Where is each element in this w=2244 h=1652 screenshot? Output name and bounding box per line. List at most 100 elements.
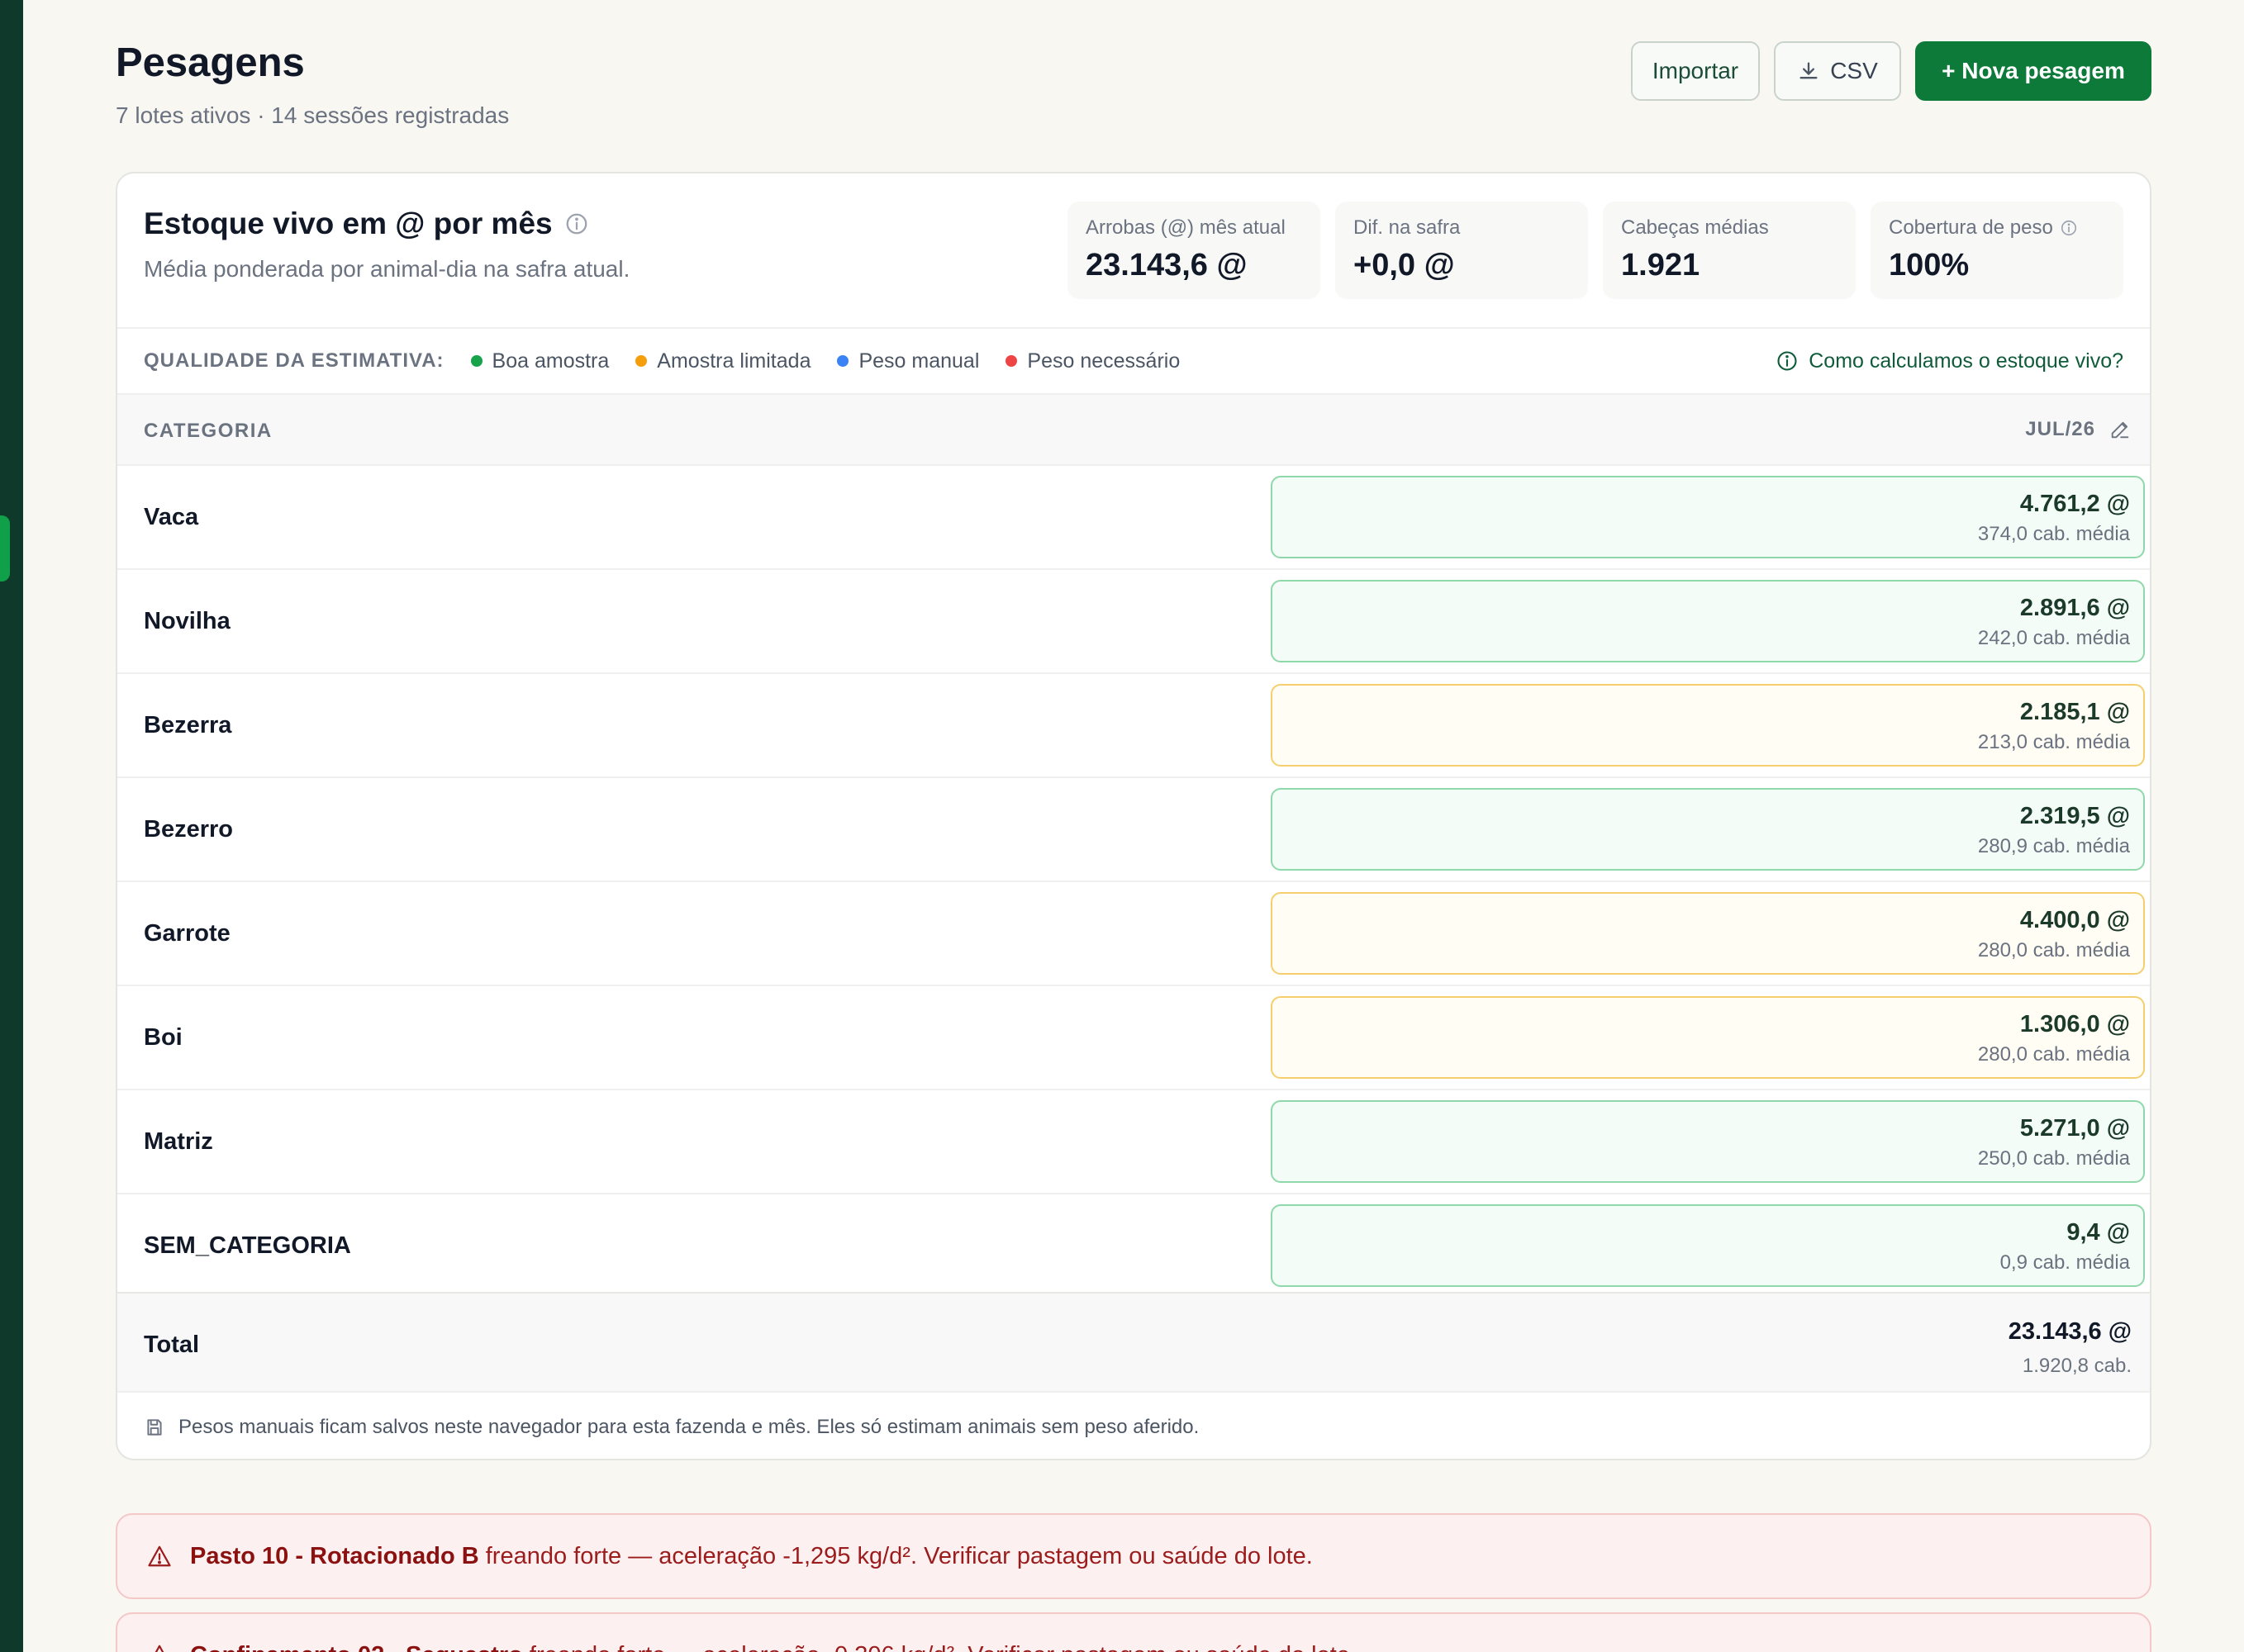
stat-value: 23.143,6 @: [1086, 248, 1248, 282]
row-category: Bezerro: [144, 816, 233, 843]
month-cell[interactable]: 5.271,0 @ 250,0 cab. média: [1271, 1100, 2145, 1183]
cell-arrobas: 9,4 @: [2066, 1219, 2130, 1246]
column-header-month: JUL/26: [2025, 418, 2132, 441]
stat-label: Cobertura de peso: [1889, 216, 2105, 240]
cell-heads: 0,9 cab. média: [1999, 1251, 2130, 1274]
row-category: Novilha: [144, 608, 231, 634]
estimate-quality-legend: QUALIDADE DA ESTIMATIVA: Boa amostra Amo…: [117, 327, 2150, 393]
header-actions: Importar CSV + Nova pesagem: [1631, 41, 2151, 101]
legend-manual-weight: Peso manual: [837, 349, 979, 373]
legend-label: Peso necessário: [1027, 349, 1181, 373]
cell-heads: 242,0 cab. média: [1977, 627, 2130, 649]
month-cell[interactable]: 4.400,0 @ 280,0 cab. média: [1271, 892, 2145, 975]
table-row: Bezerro 2.319,5 @ 280,9 cab. média: [117, 778, 2150, 882]
info-icon[interactable]: [2060, 219, 2078, 237]
info-icon[interactable]: [564, 211, 589, 236]
note-text: Pesos manuais ficam salvos neste navegad…: [178, 1416, 1200, 1438]
card-title-text: Estoque vivo em @ por mês: [144, 206, 553, 240]
app-sidebar: [0, 0, 23, 1652]
legend-weight-needed: Peso necessário: [1006, 349, 1180, 373]
category-rows: Vaca 4.761,2 @ 374,0 cab. média Novilha …: [117, 466, 2150, 1298]
legend-good-sample: Boa amostra: [470, 349, 609, 373]
row-category: Matriz: [144, 1128, 213, 1155]
csv-button[interactable]: CSV: [1774, 41, 1901, 101]
stat-label-text: Cobertura de peso: [1889, 216, 2053, 239]
csv-button-label: CSV: [1830, 58, 1878, 83]
table-row: SEM_CATEGORIA 9,4 @ 0,9 cab. média: [117, 1194, 2150, 1298]
legend-dot: [470, 355, 483, 367]
table-row: Novilha 2.891,6 @ 242,0 cab. média: [117, 570, 2150, 674]
stat-weight-coverage: Cobertura de peso 100%: [1871, 202, 2123, 299]
info-icon: [1777, 351, 1797, 371]
stat-value: +0,0 @: [1353, 248, 1455, 282]
card-subtitle: Média ponderada por animal-dia na safra …: [144, 256, 630, 282]
column-header-category: CATEGORIA: [144, 420, 273, 442]
cell-arrobas: 4.761,2 @: [2019, 491, 2130, 517]
month-cell[interactable]: 9,4 @ 0,9 cab. média: [1271, 1204, 2145, 1287]
live-stock-card: Estoque vivo em @ por mês Média ponderad…: [116, 172, 2151, 1460]
warning-icon: [155, 1645, 164, 1652]
new-weighing-button[interactable]: + Nova pesagem: [1915, 41, 2151, 101]
stat-value: 100%: [1889, 248, 1970, 282]
how-we-calculate-link[interactable]: Como calculamos o estoque vivo?: [1776, 349, 2123, 373]
page-subtitle: 7 lotes ativos · 14 sessões registradas: [116, 102, 510, 128]
warning-icon: [148, 1545, 171, 1567]
legend-label: Amostra limitada: [657, 349, 811, 373]
month-cell[interactable]: 4.761,2 @ 374,0 cab. média: [1271, 476, 2145, 558]
legend-dot: [1006, 355, 1018, 367]
alert-text: freando forte — aceleração -1,295 kg/d².…: [478, 1542, 1313, 1569]
alert-message: Confinamento 02 - Sequestro freando fort…: [190, 1642, 1357, 1652]
link-label: Como calculamos o estoque vivo?: [1809, 349, 2123, 373]
row-category: Boi: [144, 1024, 183, 1051]
cell-arrobas: 2.185,1 @: [2019, 699, 2130, 725]
card-title: Estoque vivo em @ por mês: [144, 206, 589, 241]
stats-row: Arrobas (@) mês atual 23.143,6 @ Dif. na…: [1067, 202, 2123, 299]
legend-dot: [837, 355, 849, 367]
month-cell[interactable]: 2.319,5 @ 280,9 cab. média: [1271, 788, 2145, 871]
row-category: SEM_CATEGORIA: [144, 1232, 351, 1259]
table-row: Bezerra 2.185,1 @ 213,0 cab. média: [117, 674, 2150, 778]
alert-lot-name[interactable]: Pasto 10 - Rotacionado B: [190, 1543, 479, 1569]
legend-limited-sample: Amostra limitada: [635, 349, 811, 373]
total-label: Total: [144, 1332, 200, 1358]
legend-dot: [635, 355, 648, 367]
total-row: Total 23.143,6 @ 1.920,8 cab.: [117, 1292, 2150, 1391]
total-arrobas: 23.143,6 @: [2008, 1318, 2132, 1345]
cell-heads: 280,0 cab. média: [1977, 1043, 2130, 1066]
cell-arrobas: 5.271,0 @: [2019, 1115, 2130, 1142]
import-button[interactable]: Importar: [1631, 41, 1760, 101]
edit-pencil-icon[interactable]: [2109, 418, 2132, 441]
stat-label: Dif. na safra: [1353, 216, 1461, 239]
cell-heads: 374,0 cab. média: [1977, 523, 2130, 545]
cell-arrobas: 2.319,5 @: [2019, 803, 2130, 829]
cell-arrobas: 4.400,0 @: [2019, 907, 2130, 933]
month-label: JUL/26: [2025, 418, 2095, 440]
table-header: CATEGORIA JUL/26: [117, 393, 2150, 466]
table-row: Vaca 4.761,2 @ 374,0 cab. média: [117, 466, 2150, 570]
cell-heads: 213,0 cab. média: [1977, 731, 2130, 753]
alert-banner: Confinamento 02 - Sequestro freando fort…: [116, 1612, 2151, 1652]
stat-label: Cabeças médias: [1621, 216, 1769, 239]
stat-value: 1.921: [1621, 248, 1700, 282]
row-category: Garrote: [144, 920, 231, 947]
month-cell[interactable]: 1.306,0 @ 280,0 cab. média: [1271, 996, 2145, 1079]
stat-current-arrobas: Arrobas (@) mês atual 23.143,6 @: [1067, 202, 1320, 299]
manual-weights-note: Pesos manuais ficam salvos neste navegad…: [117, 1391, 2150, 1459]
stat-label: Arrobas (@) mês atual: [1086, 216, 1286, 239]
month-cell[interactable]: 2.185,1 @ 213,0 cab. média: [1271, 684, 2145, 767]
month-cell[interactable]: 2.891,6 @ 242,0 cab. média: [1271, 580, 2145, 662]
cell-arrobas: 1.306,0 @: [2019, 1011, 2130, 1037]
total-heads: 1.920,8 cab.: [2022, 1355, 2132, 1377]
quality-title: QUALIDADE DA ESTIMATIVA:: [144, 349, 445, 372]
alert-lot-name[interactable]: Confinamento 02 - Sequestro: [190, 1642, 523, 1652]
cell-heads: 250,0 cab. média: [1977, 1147, 2130, 1170]
stat-average-heads: Cabeças médias 1.921: [1603, 202, 1856, 299]
alert-text: freando forte — aceleração -0,306 kg/d².…: [523, 1642, 1357, 1652]
sidebar-active-indicator[interactable]: [0, 515, 10, 582]
legend-label: Peso manual: [858, 349, 980, 373]
download-icon: [1799, 62, 1818, 79]
table-row: Matriz 5.271,0 @ 250,0 cab. média: [117, 1090, 2150, 1194]
alert-message: Pasto 10 - Rotacionado B freando forte —…: [190, 1543, 1313, 1570]
row-category: Vaca: [144, 504, 199, 530]
cell-heads: 280,0 cab. média: [1977, 939, 2130, 961]
